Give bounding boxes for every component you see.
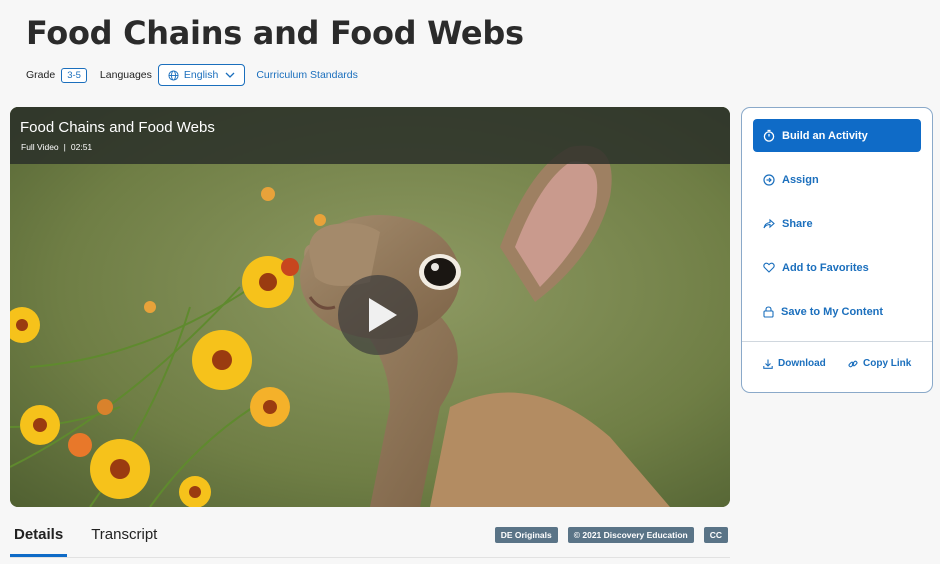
build-activity-button[interactable]: Build an Activity: [753, 119, 921, 152]
curriculum-standards-link[interactable]: Curriculum Standards: [256, 69, 358, 81]
badge-cc: CC: [703, 527, 728, 543]
save-content-button[interactable]: Save to My Content: [753, 295, 921, 328]
tab-transcript[interactable]: Transcript: [87, 520, 161, 558]
assign-button[interactable]: Assign: [753, 163, 921, 196]
page: Food Chains and Food Webs Grade 3-5 Lang…: [0, 0, 940, 564]
video-info-separator: |: [63, 142, 66, 152]
video-duration: 02:51: [70, 142, 93, 152]
add-favorites-button[interactable]: Add to Favorites: [753, 251, 921, 284]
content-tabs: Details Transcript: [10, 520, 181, 560]
download-icon: [763, 359, 773, 369]
heart-icon: [763, 262, 775, 273]
copy-link-label: Copy Link: [863, 358, 912, 369]
share-label: Share: [782, 217, 813, 230]
video-player[interactable]: Food Chains and Food Webs Full Video | 02:…: [10, 107, 730, 507]
play-icon: [369, 298, 397, 332]
assign-label: Assign: [782, 173, 819, 186]
panel-divider: [742, 341, 932, 342]
video-header-overlay: Food Chains and Food Webs Full Video | 02:…: [10, 107, 730, 164]
page-title: Food Chains and Food Webs: [26, 14, 524, 52]
share-button[interactable]: Share: [753, 207, 921, 240]
chevron-down-icon: [225, 72, 235, 78]
link-icon: [848, 360, 858, 367]
arrow-circle-icon: [763, 173, 775, 186]
tabs-divider: [10, 557, 730, 558]
copy-link-button[interactable]: Copy Link: [848, 358, 911, 369]
globe-icon: [168, 69, 179, 81]
add-favorites-label: Add to Favorites: [782, 261, 869, 274]
tag-badges: DE Originals © 2021 Discovery Education …: [494, 527, 728, 543]
languages-label: Languages: [99, 69, 152, 81]
tab-details[interactable]: Details: [10, 520, 68, 558]
grade-label: Grade: [26, 69, 56, 81]
badge-copyright: © 2021 Discovery Education: [567, 527, 694, 543]
share-icon: [763, 218, 775, 229]
meta-row: Grade 3-5 Languages English Curriculum S…: [26, 64, 358, 86]
grade-badge: 3-5: [61, 67, 87, 83]
stopwatch-icon: [763, 129, 775, 142]
lock-icon: [763, 305, 774, 318]
badge-de-originals: DE Originals: [494, 527, 558, 543]
video-title: Food Chains and Food Webs: [20, 119, 215, 136]
video-info: Full Video | 02:51: [21, 142, 92, 152]
save-content-label: Save to My Content: [781, 305, 884, 318]
play-button[interactable]: [338, 275, 418, 355]
build-activity-label: Build an Activity: [782, 129, 868, 142]
language-selected: English: [183, 69, 219, 81]
download-button[interactable]: Download: [763, 358, 826, 369]
language-dropdown[interactable]: English: [157, 64, 246, 86]
actions-panel: Build an Activity Assign Share Add to Fa…: [741, 107, 933, 393]
download-label: Download: [778, 358, 826, 369]
video-type-label: Full Video: [21, 142, 59, 152]
